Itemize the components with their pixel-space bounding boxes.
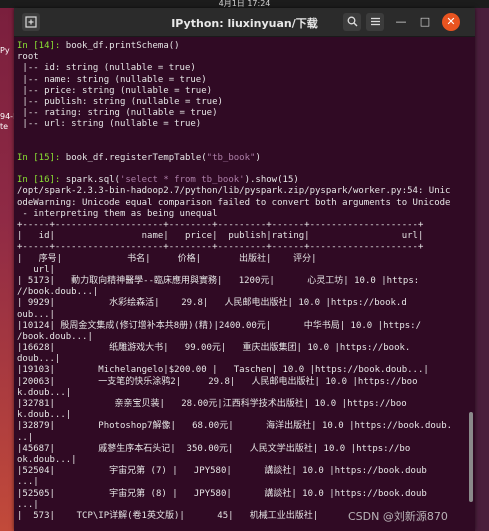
schema-line: |-- rating: string (nullable = true) bbox=[17, 108, 218, 119]
code-15-a: book_df.registerTempTable( bbox=[65, 152, 207, 163]
output-line: //book.doub...| bbox=[17, 287, 99, 298]
output-line: ok.doub...| bbox=[17, 454, 77, 465]
terminal-output[interactable]: In [14]: book_df.printSchema() root |-- … bbox=[14, 37, 466, 531]
output-line: ..| bbox=[17, 432, 34, 443]
minimize-button[interactable]: — bbox=[392, 13, 410, 31]
output-line: odeWarning: Unicode equal comparison fai… bbox=[17, 197, 451, 208]
output-line: |32781| 亲亲宝贝装| 28.00元|江西科学技术出版社| 10.0 |h… bbox=[17, 399, 407, 409]
prompt-16: In [16]: bbox=[17, 175, 66, 186]
output-line: /opt/spark-2.3.3-bin-hadoop2.7/python/li… bbox=[17, 186, 451, 197]
desktop-label: Py bbox=[0, 46, 10, 55]
output-line: |20063| 一支笔的快乐涂鸦2| 29.8| 人民邮电出版社| 10.0 |… bbox=[17, 376, 418, 387]
hamburger-menu-icon[interactable] bbox=[366, 13, 384, 31]
desktop-label: te bbox=[0, 122, 9, 131]
output-line: | 序号| 书名| 价格| 出版社| 评分| bbox=[17, 253, 317, 264]
output-line: - interpreting them as being unequal bbox=[17, 208, 218, 219]
code-15-b: ) bbox=[255, 152, 261, 163]
code-16-b: ).show(15) bbox=[244, 175, 299, 186]
terminal-window: IPython: liuxinyuan/下载 — □ ✕ In [14]: bo… bbox=[14, 8, 475, 531]
code-16-a: spark.sql( bbox=[65, 175, 120, 186]
input-line-15: In [15]: book_df.registerTempTable("tb_b… bbox=[17, 153, 466, 164]
output-line: |32879| Photoshop7解像| 68.00元| 海洋出版社| 10.… bbox=[17, 421, 453, 432]
terminal-scrollbar[interactable] bbox=[469, 412, 473, 502]
output-line: +-----+--------------------+--------+---… bbox=[17, 242, 424, 253]
output-line: k.doub...| bbox=[17, 410, 72, 421]
desktop-top-bar: 4月1日 17:24 bbox=[0, 0, 489, 8]
csdn-watermark: CSDN @刘新源870 bbox=[348, 510, 448, 523]
prompt-14: In [14]: bbox=[17, 41, 66, 51]
input-line-16: In [16]: spark.sql('select * from tb_boo… bbox=[17, 175, 466, 186]
output-line: |19103| Michelangelo|$200.00 | Taschen| … bbox=[17, 365, 429, 376]
output-line: | id| name| price| publish|rating| url| bbox=[17, 231, 424, 242]
schema-line: root bbox=[17, 52, 39, 63]
output-line: |16628| 纸雕游戏大书| 99.00元| 重庆出版集团| 10.0 |ht… bbox=[17, 343, 411, 354]
maximize-button[interactable]: □ bbox=[416, 13, 434, 31]
output-line: +-----+--------------------+--------+---… bbox=[17, 220, 424, 230]
schema-line: |-- price: string (nullable = true) bbox=[17, 85, 213, 96]
window-title-bar: IPython: liuxinyuan/下载 — □ ✕ bbox=[14, 8, 475, 37]
schema-line: |-- url: string (nullable = true) bbox=[17, 119, 202, 130]
output-line: oub...| bbox=[17, 309, 55, 320]
close-button[interactable]: ✕ bbox=[442, 13, 460, 31]
output-line: |52505| 宇宙兄第 (8) | JPY580| 講談社| 10.0 |ht… bbox=[17, 488, 427, 499]
code-14: book_df.printSchema() bbox=[65, 41, 180, 51]
schema-line: |-- id: string (nullable = true) bbox=[17, 63, 196, 74]
output-line: |52504| 宇宙兄第 (7) | JPY580| 講談社| 10.0 |ht… bbox=[17, 466, 427, 477]
output-line: url| bbox=[17, 264, 55, 275]
output-line: |10124| 殷周金文集成(修订增补本共8册)(精)|2400.00元| 中华… bbox=[17, 320, 421, 331]
code-15-str: "tb_book" bbox=[206, 152, 256, 163]
output-line: doub...| bbox=[17, 354, 61, 365]
prompt-15: In [15]: bbox=[17, 152, 66, 163]
output-line: k.doub...| bbox=[17, 387, 72, 398]
output-line: | 5173| 動力取向精神醫學--臨床應用與實務| 1200元| 心灵工坊| … bbox=[17, 275, 420, 286]
output-line: | 9929| 水彩绘森活| 29.8| 人民邮电出版社| 10.0 |http… bbox=[17, 298, 407, 309]
output-line: ...| bbox=[17, 477, 39, 488]
output-line: /book.doub...| bbox=[17, 331, 93, 342]
output-line: |45687| 戚蓼生序本石头记| 350.00元| 人民文学出版社| 10.0… bbox=[17, 443, 411, 454]
schema-line: |-- publish: string (nullable = true) bbox=[17, 96, 223, 107]
search-icon[interactable] bbox=[343, 13, 361, 31]
schema-line: |-- name: string (nullable = true) bbox=[17, 74, 207, 85]
clock-text: 4月1日 17:24 bbox=[218, 0, 271, 8]
input-line-14: In [14]: book_df.printSchema() bbox=[17, 41, 466, 52]
code-16-str: 'select * from tb_book' bbox=[119, 175, 245, 186]
